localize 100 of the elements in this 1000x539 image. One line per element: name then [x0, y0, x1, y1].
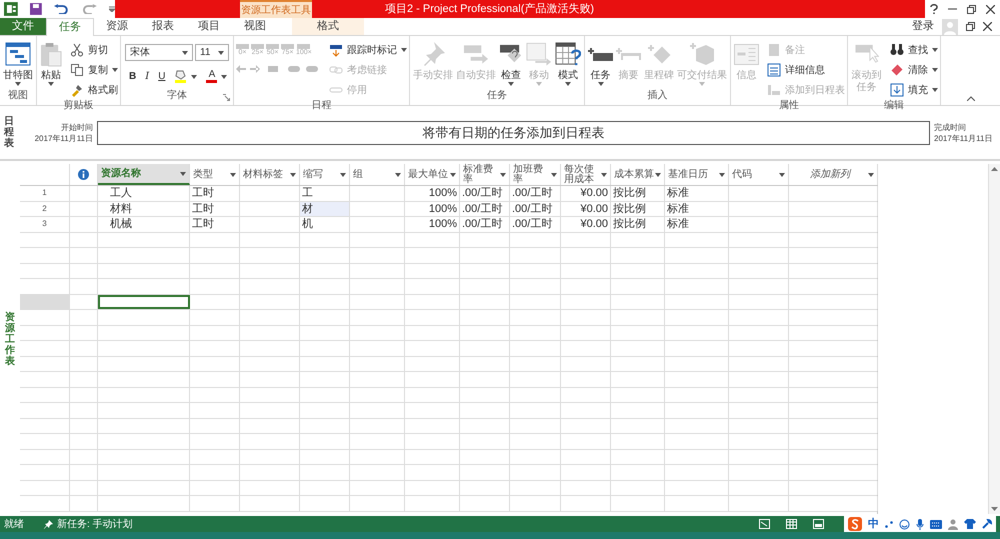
info-panel-icon [734, 44, 759, 64]
ime-mode[interactable]: 中 [868, 516, 879, 532]
minimize-icon[interactable] [948, 8, 957, 10]
task-bar-icon [588, 48, 613, 60]
column-header[interactable]: 加班费率 [510, 164, 561, 185]
font-size-field[interactable]: 11 [195, 44, 229, 61]
column-header[interactable]: 缩写 [300, 164, 350, 185]
restore-icon[interactable] [966, 22, 975, 31]
sign-in-link[interactable]: 登录 [912, 18, 934, 35]
caret-icon [340, 172, 346, 176]
font-color-button[interactable]: A [206, 70, 228, 83]
restore-icon[interactable] [967, 4, 976, 14]
shirt-icon[interactable] [964, 519, 976, 529]
table-cell: .00/工时 [460, 186, 510, 200]
new-task-mode[interactable]: 新任务: 手动计划 [57, 516, 133, 532]
window-title: 项目2 - Project Professional(产品激活失败) [385, 2, 594, 17]
vertical-scrollbar[interactable] [988, 164, 1000, 514]
bold-button[interactable]: B [129, 69, 136, 84]
save-icon[interactable] [30, 3, 42, 15]
ribbon-button[interactable]: 剪切 [70, 42, 118, 58]
summary-bar-icon [616, 48, 641, 60]
ribbon-tab[interactable]: 项目 [186, 18, 232, 35]
italic-button[interactable]: I [145, 69, 150, 84]
view-shortcut-icon[interactable] [759, 519, 770, 529]
group-label: 视图 [8, 88, 28, 103]
column-header[interactable]: 资源名称 [98, 164, 190, 185]
column-header[interactable]: 基准日历 [665, 164, 729, 185]
fill-down-icon [890, 83, 904, 97]
table-cell: 工 [300, 186, 350, 200]
paint-bucket-icon [174, 70, 188, 83]
wrench-icon[interactable] [982, 519, 992, 529]
group-label: 任务 [487, 89, 507, 103]
close-icon[interactable] [986, 4, 995, 14]
active-cell[interactable] [98, 294, 190, 309]
caret-icon [180, 172, 186, 176]
column-header[interactable]: 代码 [729, 164, 789, 185]
timeline-bar[interactable]: 将带有日期的任务添加到日程表 [97, 120, 930, 144]
collapse-ribbon-icon[interactable] [967, 96, 975, 101]
ribbon-button[interactable]: 模式 [554, 36, 582, 86]
fill-color-button[interactable] [174, 70, 198, 83]
font-name-field[interactable]: 宋体 [125, 44, 193, 61]
caret-icon [230, 172, 236, 176]
move-icon [526, 42, 552, 66]
group-label: 属性 [779, 98, 799, 113]
ribbon-button[interactable]: 填充 [890, 82, 938, 98]
calendar-question-icon [555, 42, 581, 66]
view-shortcut-icon[interactable] [813, 519, 824, 529]
ribbon-button[interactable]: 复制 [70, 62, 118, 78]
column-header[interactable]: 成本累算 [611, 164, 665, 185]
ribbon-button[interactable]: 清除 [890, 62, 938, 78]
customize-toolbar-icon[interactable] [109, 6, 115, 12]
ribbon-button[interactable]: 详细信息 [767, 62, 845, 78]
finish-date: 2017年11月11日 [934, 132, 992, 144]
user-icon[interactable] [948, 518, 958, 530]
row-number[interactable]: 2 [20, 202, 70, 216]
view-shortcut-icon[interactable] [786, 519, 797, 529]
ribbon-tab[interactable]: 资源 [94, 18, 140, 35]
column-header[interactable]: 标准费率 [460, 164, 510, 185]
column-header[interactable]: 组 [350, 164, 405, 185]
ribbon-button[interactable]: 格式刷 [70, 82, 118, 98]
ribbon-button[interactable]: 查找 [890, 42, 938, 58]
help-icon[interactable] [930, 4, 938, 14]
table-cell: ¥0.00 [561, 186, 611, 200]
column-header[interactable]: 每次使用成本 [561, 164, 611, 185]
column-header[interactable]: 最大单位 [405, 164, 460, 185]
dialog-launcher-icon[interactable] [223, 94, 230, 101]
column-header[interactable]: 类型 [190, 164, 240, 185]
caret-icon [500, 172, 506, 176]
eraser-icon [891, 64, 903, 76]
ribbon-tab[interactable]: 文件 [0, 18, 46, 35]
ribbon-button[interactable]: 粘贴 [39, 36, 63, 98]
column-header[interactable]: 添加新列 [789, 164, 878, 185]
microphone-icon[interactable] [916, 518, 924, 530]
caret-icon [182, 50, 188, 54]
punctuation-icon[interactable] [885, 520, 893, 528]
timeline-side-label: 日程表 [4, 116, 14, 149]
gantt-chart-icon [5, 42, 31, 66]
ribbon-tab[interactable]: 任务 [46, 18, 94, 36]
undo-icon[interactable] [54, 4, 70, 14]
column-header[interactable]: 材料标签 [240, 164, 300, 185]
close-icon[interactable] [983, 22, 992, 31]
ribbon-button[interactable]: 任务 [587, 36, 614, 86]
table-cell: 100% [405, 186, 460, 200]
start-date: 2017年11月11日 [34, 132, 93, 144]
underline-button[interactable]: U [158, 69, 166, 84]
ribbon-button[interactable]: 检查 [498, 36, 524, 86]
ribbon-button[interactable]: 跟踪时标记 [329, 42, 407, 58]
keyboard-icon[interactable] [930, 520, 942, 528]
ribbon-button[interactable]: 甘特图 [2, 36, 34, 86]
binoculars-icon [890, 44, 904, 56]
redo-icon[interactable] [81, 4, 98, 14]
ribbon-tab[interactable]: 格式 [292, 18, 364, 35]
ribbon-tab[interactable]: 报表 [140, 18, 186, 35]
row-number[interactable]: 1 [20, 186, 70, 200]
link-icon [329, 66, 343, 74]
view-side-label: 资源工作表 [5, 312, 15, 366]
ribbon-tab[interactable]: 视图 [232, 18, 278, 35]
smiley-icon[interactable] [899, 518, 910, 530]
ime-logo-icon[interactable] [848, 517, 862, 531]
row-number[interactable]: 3 [20, 217, 70, 232]
